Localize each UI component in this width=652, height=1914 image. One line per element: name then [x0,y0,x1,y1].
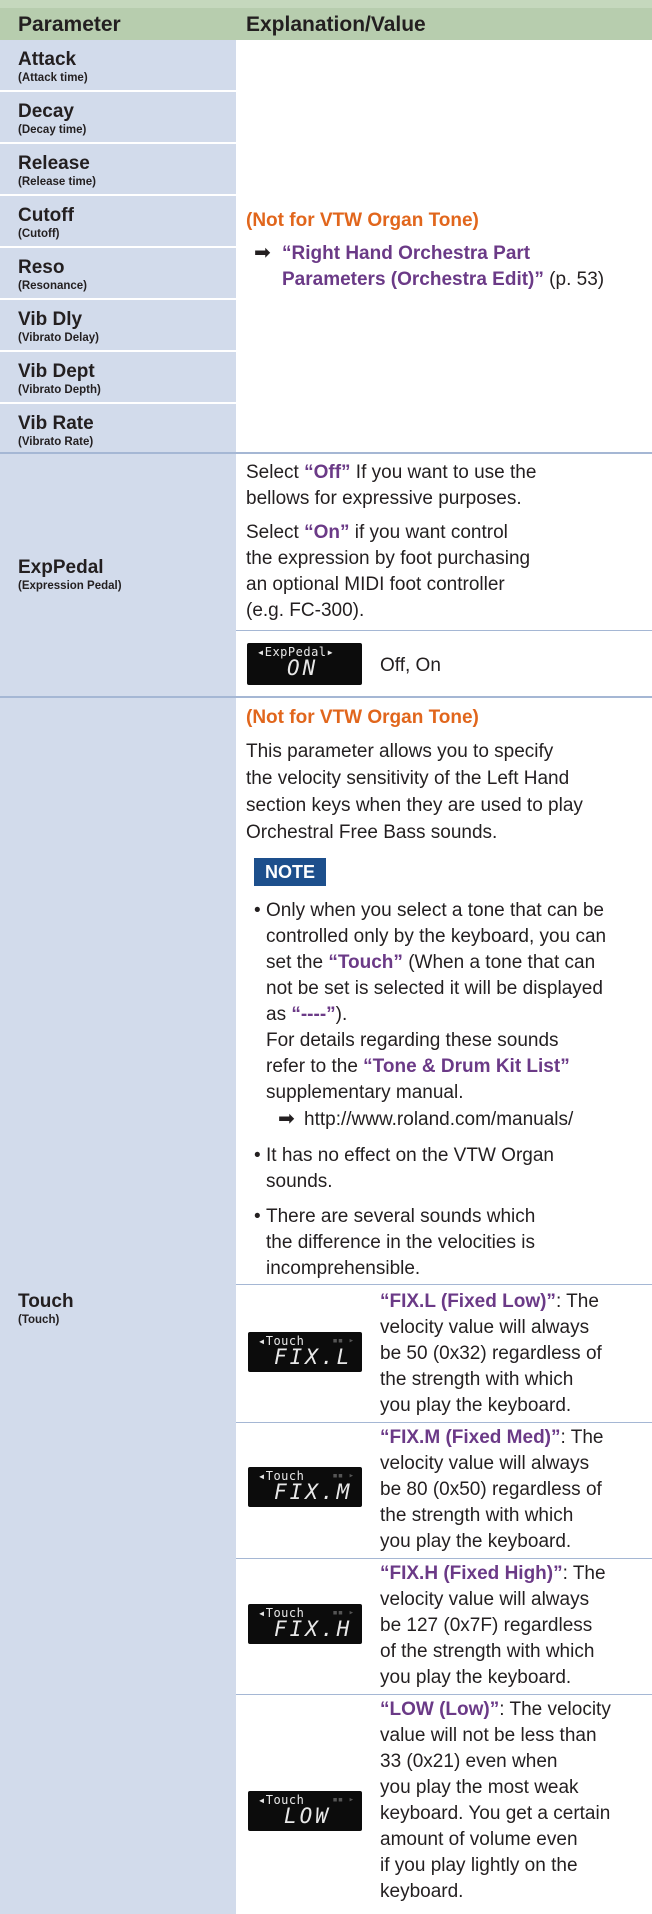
exppedal-off-line1: Select “Off” If you want to use the [246,462,537,483]
option-fixl-line5: you play the keyboard. [380,1395,572,1416]
option-fixm-line1: “FIX.M (Fixed Med)”: The [380,1427,604,1448]
parameter-table: Parameter Explanation/Value Attack (Atta… [0,0,652,1914]
param-name-cutoff: Cutoff [18,205,74,226]
arrow-icon: ➡ [254,242,271,264]
bullet-1-line5: as “----”). [266,1004,348,1025]
param-name-touch: Touch [18,1291,74,1312]
param-sub-release: (Release time) [18,176,96,188]
note-badge: NOTE [254,858,326,886]
param-sub-vib-rate: (Vibrato Rate) [18,436,94,448]
param-name-vib-dept: Vib Dept [18,361,95,382]
option-low-line6: amount of volume even [380,1829,578,1850]
param-name-vib-dly: Vib Dly [18,309,83,330]
param-name-reso: Reso [18,257,65,278]
option-low-line5: keyboard. You get a certain [380,1803,611,1824]
bullet-3-line1: There are several sounds which [266,1206,536,1227]
bullet-1-line8: supplementary manual. [266,1082,464,1103]
option-fixh-line3: be 127 (0x7F) regardless [380,1615,593,1636]
exppedal-lcd-display: ◂ExpPedal▸ ON [247,643,362,685]
param-sub-cutoff: (Cutoff) [18,228,60,240]
option-low-line1: “LOW (Low)”: The velocity [380,1699,611,1720]
top-bar [0,0,652,8]
url-arrow-icon: ➡ [278,1108,295,1130]
param-sub-vib-dly: (Vibrato Delay) [18,332,99,344]
orch-ref-line2[interactable]: Parameters (Orchestra Edit)” (p. 53) [282,267,604,292]
exppedal-on-line2: the expression by foot purchasing [246,548,531,569]
exppedal-on-line1: Select “On” if you want control [246,522,508,543]
param-sub-decay: (Decay time) [18,124,87,136]
option-fixm-line4: the strength with which [380,1505,574,1526]
bullet-1-line7: refer to the “Tone & Drum Kit List” [266,1056,570,1077]
touch-note: (Not for VTW Organ Tone) [246,707,479,728]
param-name-vib-rate: Vib Rate [18,413,94,434]
touch-desc-line4: Orchestral Free Bass sounds. [246,822,498,843]
option-fixh-line1: “FIX.H (Fixed High)”: The [380,1563,606,1584]
exppedal-values: Off, On [380,655,441,676]
option-low-line4: you play the most weak [380,1777,579,1798]
orch-note: (Not for VTW Organ Tone) [246,210,479,231]
param-sub-vib-dept: (Vibrato Depth) [18,384,101,396]
param-sub-reso: (Resonance) [18,280,88,292]
option-low-line8: keyboard. [380,1881,464,1902]
bullet-3-line3: incomprehensible. [266,1258,421,1279]
bullet-1-line3: set the “Touch” (When a tone that can [266,952,596,973]
exppedal-off-line2: bellows for expressive purposes. [246,488,522,509]
option-fixh-line2: velocity value will always [380,1589,590,1610]
param-sub-exppedal: (Expression Pedal) [18,580,122,592]
param-sub-attack: (Attack time) [18,72,88,84]
option-fixh-line4: of the strength with which [380,1641,595,1662]
bullet-1-line1: Only when you select a tone that can be [266,900,604,921]
option-fixl-line2: velocity value will always [380,1317,590,1338]
touch-lcd-low: ◂Touch ▪▪ ▸ LOW [248,1791,362,1831]
bullet-2-line2: sounds. [266,1171,333,1192]
bullet-2-line1: It has no effect on the VTW Organ [266,1145,554,1166]
touch-desc-line3: section keys when they are used to play [246,795,583,816]
option-fixl-line1: “FIX.L (Fixed Low)”: The [380,1291,599,1312]
touch-desc-line1: This parameter allows you to specify [246,741,554,762]
option-low-line3: 33 (0x21) even when [380,1751,558,1772]
orch-ref-line1[interactable]: “Right Hand Orchestra Part [282,241,530,266]
exppedal-on-line3: an optional MIDI foot controller [246,574,505,595]
touch-lcd-fixl: ◂Touch ▪▪ ▸ FIX.L [248,1332,362,1372]
option-low-line2: value will not be less than [380,1725,597,1746]
option-low-line7: if you play lightly on the [380,1855,578,1876]
header-explanation: Explanation/Value [246,13,426,36]
table-header: Parameter Explanation/Value [0,8,652,40]
header-parameter: Parameter [18,13,121,36]
bullet-3-line2: the difference in the velocities is [266,1232,535,1253]
option-fixm-line5: you play the keyboard. [380,1531,572,1552]
exppedal-on-line4: (e.g. FC-300). [246,600,365,621]
option-fixm-line3: be 80 (0x50) regardless of [380,1479,602,1500]
bullet-1-line2: controlled only by the keyboard, you can [266,926,607,947]
option-fixl-line3: be 50 (0x32) regardless of [380,1343,602,1364]
option-fixm-line2: velocity value will always [380,1453,590,1474]
bullet-1-line4: not be set is selected it will be displa… [266,978,603,999]
param-name-release: Release [18,153,90,174]
option-fixh-line5: you play the keyboard. [380,1667,572,1688]
param-name-decay: Decay [18,101,74,122]
bullet-1-line6: For details regarding these sounds [266,1030,559,1051]
param-name-attack: Attack [18,49,77,70]
touch-lcd-fixm: ◂Touch ▪▪ ▸ FIX.M [248,1467,362,1507]
param-name-exppedal: ExpPedal [18,557,104,578]
touch-lcd-fixh: ◂Touch ▪▪ ▸ FIX.H [248,1604,362,1644]
option-fixl-line4: the strength with which [380,1369,574,1390]
param-sub-touch: (Touch) [18,1314,60,1326]
touch-desc-line2: the velocity sensitivity of the Left Han… [246,768,570,789]
manuals-url-link[interactable]: http://www.roland.com/manuals/ [304,1107,573,1132]
